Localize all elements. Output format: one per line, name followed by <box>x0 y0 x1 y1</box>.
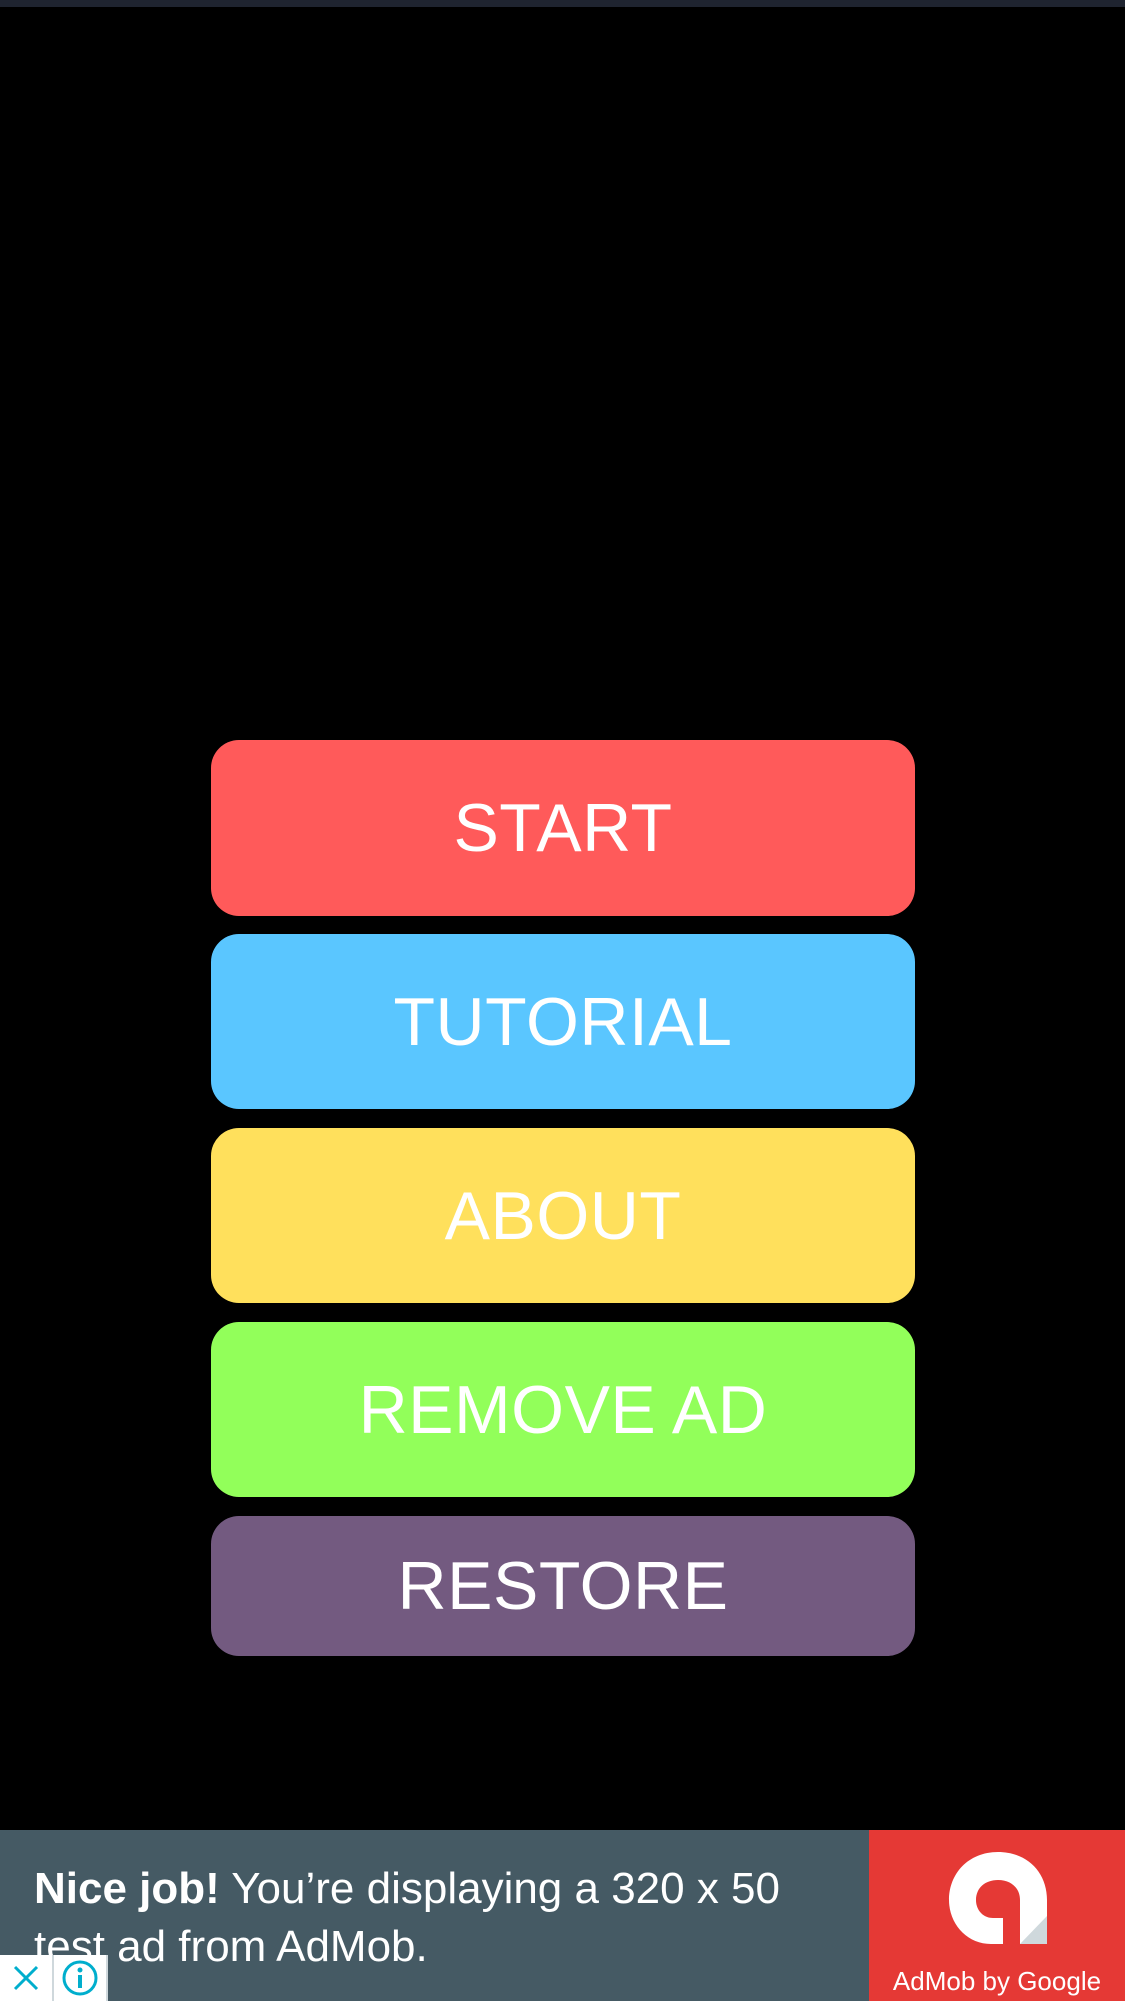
remove-ad-button[interactable]: REMOVE AD <box>211 1322 915 1497</box>
info-icon <box>62 1960 98 1996</box>
ad-info-button[interactable] <box>54 1955 108 2001</box>
restore-button[interactable]: RESTORE <box>211 1516 915 1656</box>
start-button[interactable]: START <box>211 740 915 916</box>
ad-headline: Nice job! You’re displaying a 320 x 50 t… <box>34 1860 854 1976</box>
close-icon <box>13 1965 39 1991</box>
ad-close-button[interactable] <box>0 1955 54 2001</box>
admob-brand-panel[interactable]: AdMob by Google <box>869 1830 1125 2001</box>
ad-headline-bold: Nice job! <box>34 1864 220 1913</box>
ad-controls <box>0 1955 110 2001</box>
tutorial-button[interactable]: TUTORIAL <box>211 934 915 1109</box>
admob-brand-label: AdMob by Google <box>892 1966 1102 1996</box>
ad-banner[interactable]: Nice job! You’re displaying a 320 x 50 t… <box>0 1830 1125 2001</box>
about-button[interactable]: ABOUT <box>211 1128 915 1303</box>
status-strip <box>0 0 1125 7</box>
admob-logo-icon <box>949 1852 1047 1944</box>
